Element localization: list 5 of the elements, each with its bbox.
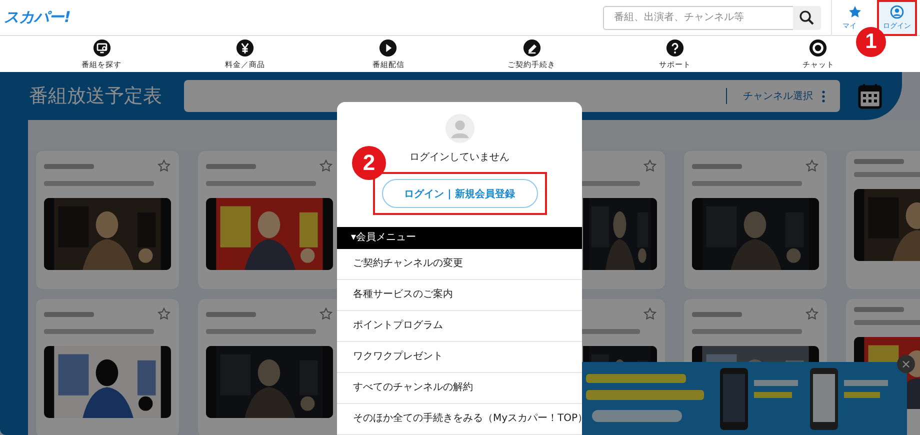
- page-title: 番組放送予定表: [29, 84, 163, 109]
- login-status: ログインしていません: [410, 151, 510, 164]
- channel-select-label: チャンネル選択: [743, 90, 813, 103]
- menu-heading: ▾会員メニュー: [337, 227, 582, 249]
- callout-badge: 1: [856, 27, 886, 57]
